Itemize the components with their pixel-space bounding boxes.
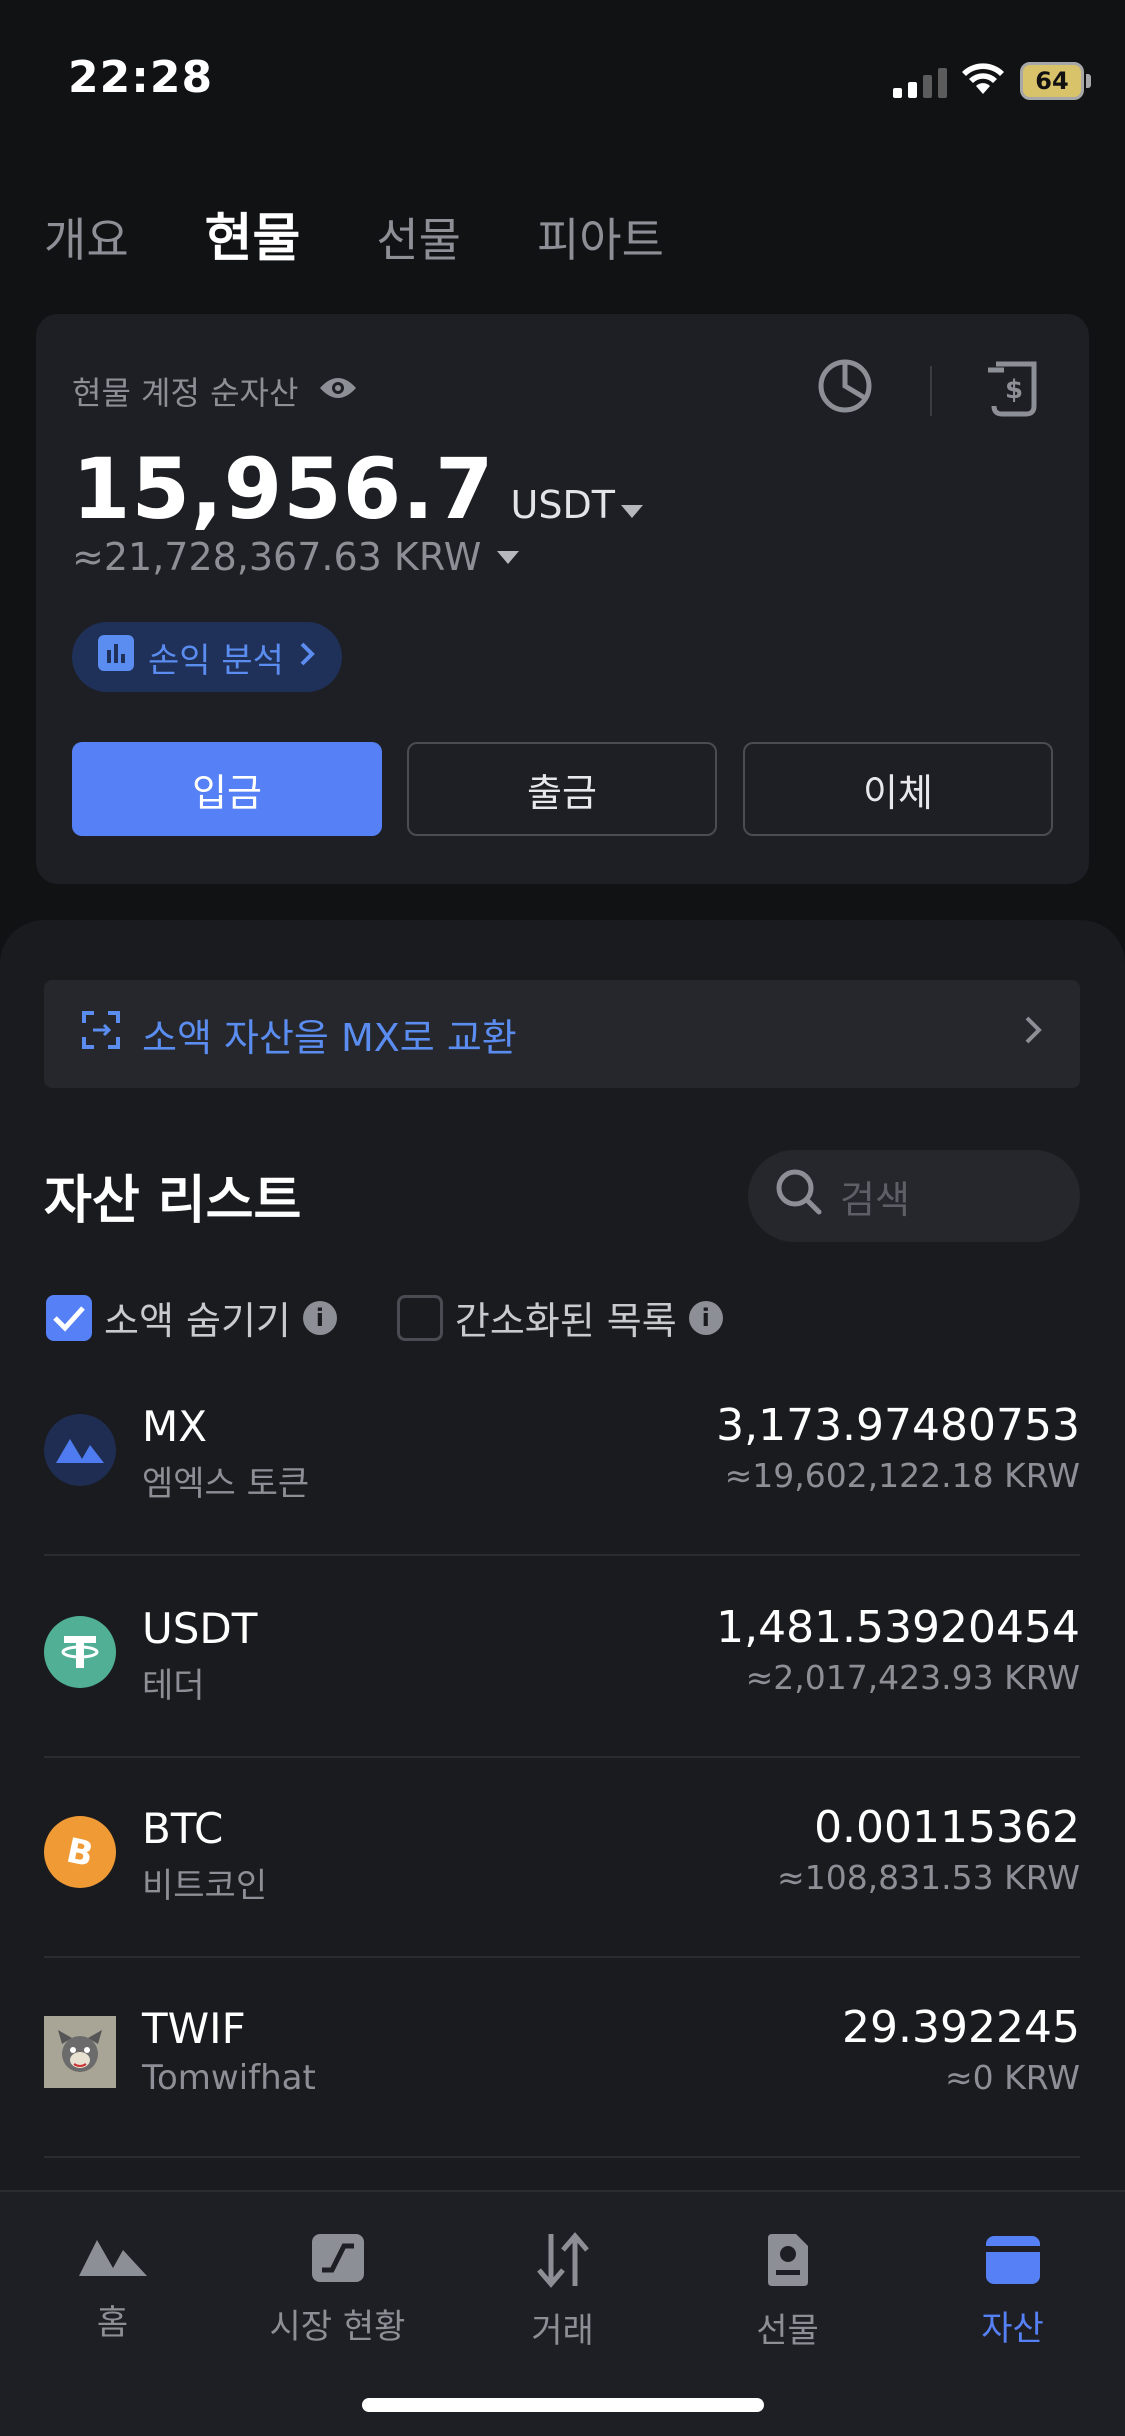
- receipt-dollar-icon[interactable]: $: [982, 356, 1048, 426]
- tab-spot[interactable]: 현물: [205, 196, 301, 271]
- nav-label: 홈: [96, 2303, 129, 2343]
- wallet-icon: [984, 2232, 1042, 2295]
- coin-amount: 0.00115362: [814, 1802, 1080, 1853]
- nav-label: 선물: [756, 2311, 819, 2351]
- convert-icon: [80, 1009, 122, 1060]
- krw-equivalent[interactable]: ≈21,728,367.63 KRW: [72, 535, 520, 579]
- svg-text:B: B: [63, 1831, 97, 1874]
- nav-futures[interactable]: 선물: [675, 2232, 900, 2352]
- battery-tip: [1086, 74, 1091, 88]
- tab-fiat[interactable]: 피아트: [537, 204, 664, 270]
- caret-down-icon: [620, 505, 643, 518]
- asset-row-btc[interactable]: B BTC 비트코인 0.00115362 ≈108,831.53 KRW: [44, 1758, 1080, 1958]
- cellular-signal-icon: [893, 66, 947, 98]
- balance-amount: 15,956.7: [72, 440, 495, 538]
- search-input[interactable]: 검색: [748, 1150, 1080, 1242]
- info-icon[interactable]: i: [302, 1300, 337, 1335]
- market-icon: [310, 2232, 366, 2293]
- chevron-right-icon: [1022, 1012, 1044, 1056]
- chevron-right-icon: [298, 637, 316, 677]
- asset-row-mx[interactable]: MX 엠엑스 토큰 3,173.97480753 ≈19,602,122.18 …: [44, 1356, 1080, 1556]
- eye-icon[interactable]: [318, 372, 358, 410]
- home-icon: [77, 2232, 149, 2289]
- tether-logo-icon: [44, 1616, 116, 1688]
- hide-small-label[interactable]: 소액 숨기기: [104, 1290, 291, 1345]
- coin-amount: 1,481.53920454: [716, 1602, 1080, 1653]
- nav-assets[interactable]: 자산: [900, 2232, 1125, 2350]
- nav-label: 시장 현황: [269, 2307, 406, 2347]
- mx-logo-icon: [44, 1414, 116, 1486]
- krw-value: ≈21,728,367.63 KRW: [72, 535, 482, 579]
- account-label-row: 현물 계정 순자산: [72, 368, 358, 414]
- transfer-button[interactable]: 이체: [743, 742, 1053, 836]
- bitcoin-logo-icon: B: [44, 1816, 116, 1888]
- trade-icon: [531, 2232, 595, 2297]
- caret-down-icon: [497, 550, 520, 564]
- nav-label: 자산: [981, 2309, 1044, 2349]
- futures-icon: [762, 2232, 814, 2297]
- coin-krw-value: ≈2,017,423.93 KRW: [745, 1658, 1080, 1697]
- nav-trade[interactable]: 거래: [450, 2232, 675, 2352]
- coin-name: Tomwifhat: [142, 2058, 316, 2098]
- coin-symbol: MX: [142, 1402, 208, 1451]
- home-indicator: [362, 2398, 764, 2412]
- icon-divider: [930, 366, 932, 416]
- withdraw-button[interactable]: 출금: [407, 742, 717, 836]
- pnl-label: 손익 분석: [148, 640, 284, 681]
- nav-label: 거래: [531, 2311, 594, 2351]
- balance-unit-selector[interactable]: USDT: [511, 483, 643, 527]
- asset-list-title: 자산 리스트: [44, 1171, 302, 1231]
- convert-label: 소액 자산을 MX로 교환: [142, 1015, 517, 1060]
- coin-name: 비트코인: [142, 1866, 268, 1906]
- pie-chart-icon[interactable]: [815, 356, 875, 420]
- coin-name: 테더: [142, 1666, 205, 1706]
- asset-row-twif[interactable]: TWIF Tomwifhat 29.392245 ≈0 KRW: [44, 1958, 1080, 2158]
- bar-chart-icon: [98, 634, 134, 680]
- deposit-button[interactable]: 입금: [72, 742, 382, 836]
- simple-list-label[interactable]: 간소화된 목록: [455, 1290, 677, 1345]
- coin-symbol: TWIF: [142, 2004, 246, 2053]
- battery-icon: 64: [1020, 62, 1084, 100]
- coin-amount: 3,173.97480753: [716, 1400, 1080, 1451]
- search-icon: [774, 1167, 824, 1226]
- status-time: 22:28: [68, 52, 214, 103]
- coin-symbol: BTC: [142, 1804, 224, 1853]
- nav-market[interactable]: 시장 현황: [225, 2232, 450, 2348]
- coin-krw-value: ≈108,831.53 KRW: [777, 1858, 1080, 1897]
- nav-home[interactable]: 홈: [0, 2232, 225, 2344]
- coin-amount: 29.392245: [842, 2002, 1080, 2053]
- svg-text:$: $: [1005, 375, 1023, 405]
- asset-row-usdt[interactable]: USDT 테더 1,481.53920454 ≈2,017,423.93 KRW: [44, 1558, 1080, 1758]
- convert-small-assets-banner[interactable]: 소액 자산을 MX로 교환: [44, 980, 1080, 1088]
- coin-symbol: USDT: [142, 1604, 258, 1653]
- info-icon[interactable]: i: [688, 1300, 723, 1335]
- balance-unit: USDT: [510, 483, 615, 527]
- balance-row: 15,956.7 USDT: [72, 440, 643, 538]
- filter-row: 소액 숨기기 i 간소화된 목록 i: [46, 1290, 771, 1345]
- simple-list-checkbox[interactable]: [396, 1294, 443, 1341]
- account-label: 현물 계정 순자산: [72, 374, 299, 412]
- search-placeholder: 검색: [840, 1177, 910, 1222]
- hide-small-checkbox[interactable]: [46, 1294, 92, 1341]
- coin-krw-value: ≈0 KRW: [945, 2058, 1080, 2097]
- wifi-icon: [960, 60, 1006, 100]
- pnl-analysis-button[interactable]: 손익 분석: [72, 622, 342, 692]
- coin-name: 엠엑스 토큰: [142, 1464, 310, 1504]
- top-tabs: 개요 현물 선물 피아트: [44, 196, 664, 271]
- coin-krw-value: ≈19,602,122.18 KRW: [724, 1456, 1080, 1495]
- tab-overview[interactable]: 개요: [44, 204, 129, 270]
- tab-futures[interactable]: 선물: [376, 204, 461, 270]
- tomwifhat-logo-icon: [44, 2016, 116, 2088]
